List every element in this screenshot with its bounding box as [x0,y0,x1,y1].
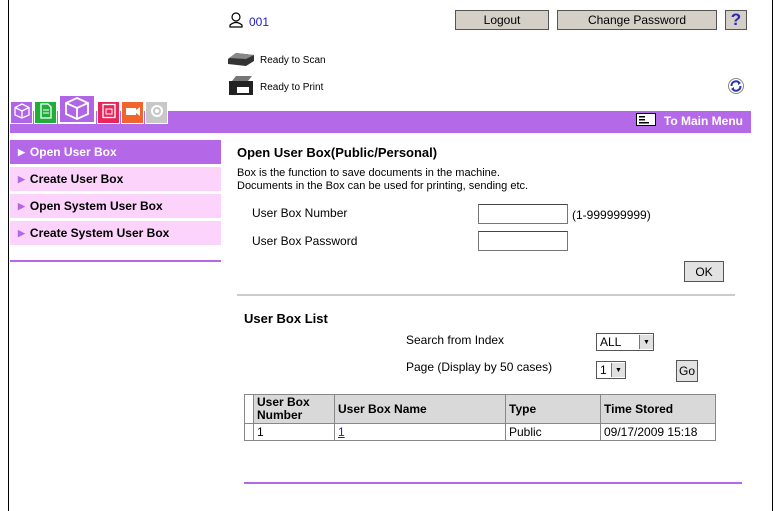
tab-job[interactable] [34,101,57,124]
scanner-icon [226,51,256,70]
search-index-select[interactable]: ALL ▼ [596,333,654,351]
sidebar-item-label: Create User Box [29,172,124,186]
sidebar-item-open-system-user-box[interactable]: ▶ Open System User Box [10,194,221,221]
sidebar-item-label: Open User Box [29,145,117,159]
sidebar-item-create-user-box[interactable]: ▶ Create User Box [10,167,221,194]
box-icon [64,96,90,123]
user-box-table: User Box Number User Box Name Type Time … [244,394,716,441]
function-tabs [10,94,169,124]
sidebar-item-label: Open System User Box [29,199,163,213]
description-line: Box is the function to save documents in… [237,167,500,179]
triangle-right-icon: ▶ [18,227,25,238]
user-name: 001 [249,14,270,29]
column-header-number: User Box Number [253,394,335,424]
cell-box-name: 1 [334,423,506,441]
user-box-number-label: User Box Number [252,206,348,220]
description-line: Documents in the Box can be used for pri… [237,180,529,192]
user-box-number-range: (1-999999999) [572,208,651,222]
bottom-divider [244,482,742,484]
sidebar-divider [10,260,221,262]
table-header-row: User Box Number User Box Name Type Time … [244,394,716,424]
logout-button[interactable]: Logout [455,10,549,30]
box-name-link[interactable]: 1 [338,425,345,439]
printer-icon [226,75,256,100]
cell-time-stored: 09/17/2009 15:18 [600,423,716,441]
frame-left-border [8,0,9,511]
tab-box[interactable] [58,94,96,124]
fax-send-icon [125,103,141,122]
change-password-button[interactable]: Change Password [557,10,717,30]
page-display-label: Page (Display by 50 cases) [406,360,553,374]
current-user: 001 [229,12,269,31]
scan-status-text: Ready to Scan [260,55,326,66]
column-header-time: Time Stored [600,394,716,424]
sidebar: ▶ Open User Box ▶ Create User Box ▶ Open… [10,140,221,262]
help-button[interactable]: ? [725,10,747,30]
sidebar-item-open-user-box[interactable]: ▶ Open User Box [10,140,221,167]
user-box-password-input[interactable] [478,231,568,251]
tab-settings[interactable] [145,101,168,124]
user-box-password-label: User Box Password [252,234,358,248]
scan-status: Ready to Scan [226,51,326,70]
page-select[interactable]: 1 ▼ [596,361,626,379]
column-header-type: Type [505,394,601,424]
refresh-icon[interactable] [728,78,744,94]
cell-box-number: 1 [253,423,335,441]
user-box-list-title: User Box List [244,311,328,326]
search-index-value: ALL [600,335,622,349]
column-header-name: User Box Name [334,394,506,424]
frame-right-border [772,0,773,511]
page-select-value: 1 [600,363,607,377]
tab-store-address[interactable] [121,101,144,124]
tab-information[interactable] [10,101,33,124]
table-gap-cell [244,423,254,441]
document-icon [39,103,53,122]
go-button[interactable]: Go [676,360,698,382]
to-main-menu-label: To Main Menu [663,114,743,128]
cell-box-type: Public [505,423,601,441]
print-status-text: Ready to Print [260,82,324,93]
print-status: Ready to Print [226,75,323,100]
dropdown-arrow-icon: ▼ [639,335,653,349]
sidebar-item-create-system-user-box[interactable]: ▶ Create System User Box [10,221,221,248]
triangle-right-icon: ▶ [18,146,25,157]
search-index-label: Search from Index [406,333,505,347]
triangle-right-icon: ▶ [18,173,25,184]
to-main-menu-link[interactable]: To Main Menu [635,113,743,129]
section-divider [237,294,735,296]
tab-print[interactable] [97,101,120,124]
table-row: 1 1 Public 09/17/2009 15:18 [244,423,716,441]
page-title: Open User Box(Public/Personal) [237,145,438,160]
gear-cube-icon [149,103,165,122]
cube-info-icon [13,103,30,122]
print-page-icon [101,103,117,122]
sidebar-item-label: Create System User Box [29,226,170,240]
ok-button[interactable]: OK [684,261,724,282]
user-box-number-input[interactable] [478,204,568,224]
user-icon [229,12,243,31]
table-gap-cell [244,394,254,424]
page-description: Box is the function to save documents in… [237,167,528,193]
menu-icon [635,113,656,129]
triangle-right-icon: ▶ [18,200,25,211]
dropdown-arrow-icon: ▼ [611,363,625,377]
